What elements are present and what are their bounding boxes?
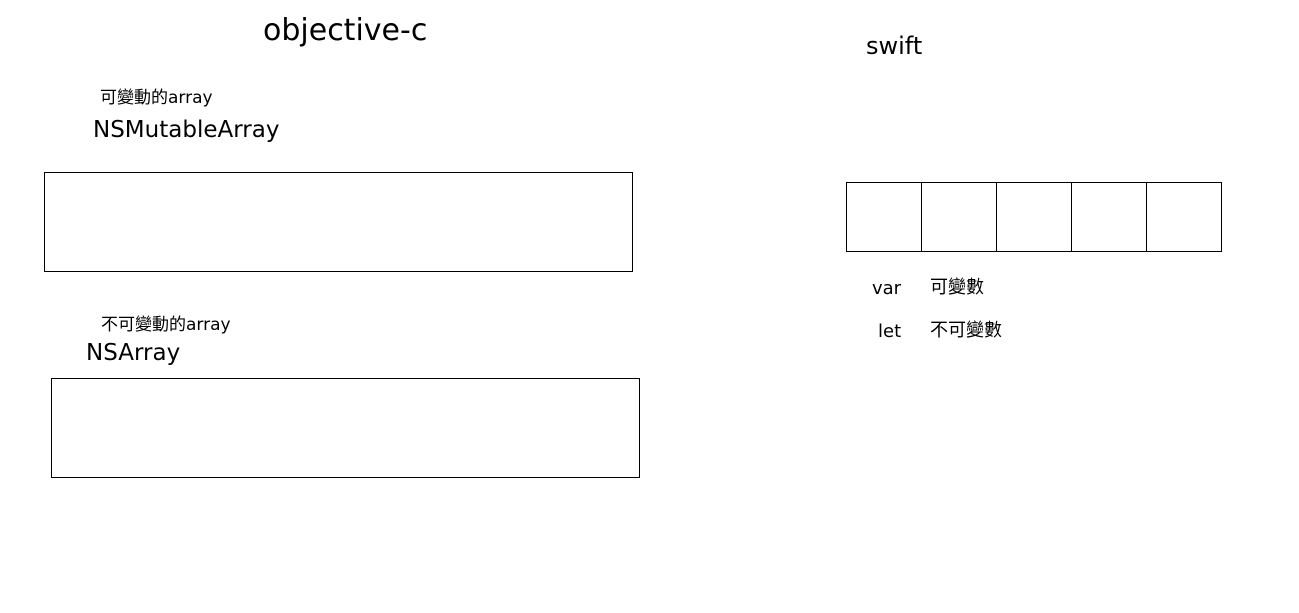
array-cell bbox=[847, 183, 922, 251]
swift-title: swift bbox=[866, 32, 923, 60]
nsmutablearray-label: NSMutableArray bbox=[93, 117, 280, 143]
objc-title: objective-c bbox=[263, 13, 428, 48]
array-cell bbox=[922, 183, 997, 251]
swift-array-cells bbox=[846, 182, 1222, 252]
var-keyword: var bbox=[872, 278, 902, 299]
let-keyword: let bbox=[878, 321, 902, 342]
let-description: 不可變數 bbox=[930, 320, 1002, 341]
var-description: 可變數 bbox=[930, 277, 984, 298]
mutable-array-label: 可變動的array bbox=[100, 88, 213, 108]
array-cell bbox=[1147, 183, 1221, 251]
nsarray-label: NSArray bbox=[86, 340, 181, 366]
immutable-array-label: 不可變動的array bbox=[101, 315, 231, 335]
immutable-array-box bbox=[51, 378, 640, 478]
array-cell bbox=[1072, 183, 1147, 251]
array-cell bbox=[997, 183, 1072, 251]
mutable-array-box bbox=[44, 172, 633, 272]
